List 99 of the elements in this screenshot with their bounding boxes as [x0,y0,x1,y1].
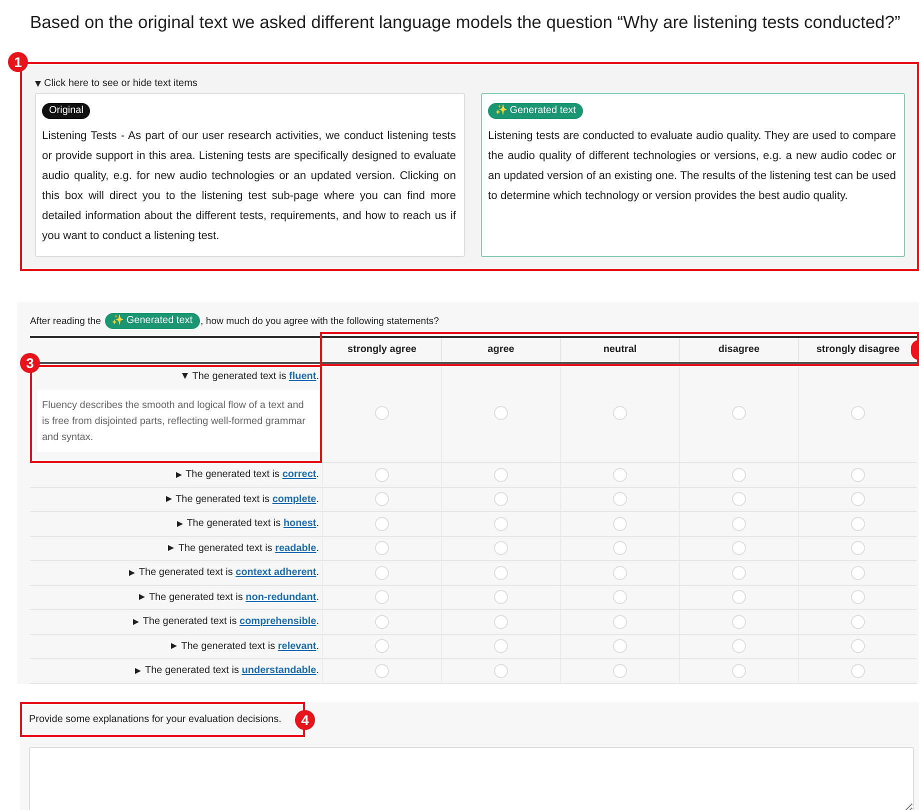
statement-toggle[interactable]: The generated text is readable. [168,539,319,558]
radio-button[interactable] [375,590,389,604]
radio-button[interactable] [375,406,389,420]
statement-text: The generated text is comprehensible. [142,616,319,628]
text-badge: ✨ Generated text [104,313,200,329]
statement-text: The generated text is fluent. [192,370,319,382]
radio-button[interactable] [613,639,627,654]
term-link[interactable]: relevant [278,640,316,652]
survey-prompt: After reading the ✨ Generated text , how much do you agree with the following statements? [30,311,919,331]
radio-button[interactable] [375,516,389,531]
radio-button[interactable] [851,406,865,420]
statement-text: The generated text is honest. [186,518,319,530]
radio-button[interactable] [613,406,627,420]
radio-button[interactable] [732,492,746,506]
radio-button[interactable] [851,566,865,580]
radio-button[interactable] [851,516,865,531]
radio-button[interactable] [851,590,865,604]
radio-button[interactable] [494,566,508,580]
radio-button[interactable] [851,492,865,506]
statement-toggle[interactable]: The generated text is relevant. [171,637,319,656]
radio-button[interactable] [375,566,389,580]
radio-button[interactable] [732,566,746,580]
radio-button[interactable] [613,516,627,531]
radio-button[interactable] [851,541,865,556]
radio-button[interactable] [732,639,746,654]
radio-button[interactable] [732,664,746,678]
statement-text: The generated text is understandable. [145,665,319,676]
step-marker [911,340,919,360]
statement-text: The generated text is readable. [178,542,319,554]
radio-button[interactable] [851,639,865,654]
radio-button[interactable] [613,541,627,556]
radio-button[interactable] [732,468,746,482]
term-link[interactable]: context adherent [236,567,316,578]
radio-button[interactable] [613,664,627,678]
radio-button[interactable] [375,468,389,482]
radio-button[interactable] [613,614,627,629]
statement-toggle[interactable]: The generated text is context adherent. [128,564,319,582]
step-marker: 3 [20,353,40,373]
radio-button[interactable] [494,406,508,420]
radio-button[interactable] [613,468,627,482]
radio-button[interactable] [851,664,865,678]
statement-text: The generated text is relevant. [181,640,319,652]
term-link[interactable]: comprehensible [240,616,316,628]
statement-toggle[interactable]: The generated text is honest. [176,514,319,533]
radio-button[interactable] [494,516,508,531]
statement-toggle[interactable]: The generated text is non-redundant. [138,588,319,606]
radio-button[interactable] [375,492,389,506]
statement-toggle[interactable]: The generated text is understandable. [135,662,319,680]
radio-button[interactable] [375,664,389,678]
term-link[interactable]: complete [272,494,316,505]
term-link[interactable]: honest [283,518,316,530]
term-link[interactable]: understandable [242,665,316,676]
radio-button[interactable] [851,468,865,482]
radio-button[interactable] [613,492,627,506]
statement-text: The generated text is non-redundant. [148,592,319,603]
radio-button[interactable] [494,614,508,629]
term-link[interactable]: fluent [289,370,316,382]
radio-button[interactable] [494,492,508,506]
radio-button[interactable] [851,614,865,629]
term-description: Fluency describes the smooth and logical flow of a text and is free from disjointed parts, reflecting well-formed grammar and syntax. [37,390,319,452]
radio-button[interactable] [494,468,508,482]
statement-text: The generated text is complete. [176,494,319,505]
radio-button[interactable] [732,590,746,604]
step-marker: 1 [8,52,28,72]
radio-button[interactable] [375,639,389,654]
radio-button[interactable] [375,541,389,556]
term-link[interactable]: correct [282,469,316,480]
statement-toggle[interactable]: The generated text is fluent. [182,367,319,385]
column-header: agree [441,338,560,362]
radio-button[interactable] [613,566,627,580]
explanation-field[interactable] [29,746,914,810]
term-link[interactable]: readable [275,542,316,554]
text-badge: ✨ Generated text [488,103,583,119]
term-link[interactable]: non-redundant [246,592,316,603]
statement-toggle[interactable]: The generated text is comprehensible. [132,612,319,631]
radio-button[interactable] [494,664,508,678]
explanation-label: Provide some explanations for your evaluation decisions. [29,714,282,724]
radio-button[interactable] [375,614,389,629]
step-marker: 4 [295,710,315,730]
column-header: neutral [560,338,679,362]
statement-text: The generated text is context adherent. [138,567,319,578]
column-header: strongly agree [322,338,441,362]
radio-button[interactable] [494,541,508,556]
statement-text: The generated text is correct. [186,469,319,480]
toggle-link[interactable]: Click here to see or hide text items [35,78,905,89]
column-header: disagree [679,338,798,362]
page-heading: Based on the original text we asked different language models the question “Why are listening tests conducted?” [29,11,902,34]
radio-button[interactable] [732,614,746,629]
radio-button[interactable] [732,406,746,420]
statement-toggle[interactable]: The generated text is correct. [176,466,319,484]
card-text: Listening Tests - As part of our user research activities, we conduct listening tests or provide support in this area. Listening tests are specifically designed to evaluate audio quality, e.g. for new audio technologies or an updated version. Clicking on this box will direct you to the listening test sub-page where you can find more detailed information about the different tests, requirements, and how to reach us if you want to conduct a listening test. [42,129,456,244]
statement-toggle[interactable]: The generated text is complete. [166,490,319,508]
text-badge: Original [42,103,90,119]
radio-button[interactable] [732,541,746,556]
radio-button[interactable] [494,590,508,604]
radio-button[interactable] [732,516,746,531]
card-text: Listening tests are conducted to evaluate audio quality. They are used to compare the audio quality of different technologies or versions, e.g. a new audio codec or an updated version of an existing one. The results of the listening test can be used to determine which technology or version provides the best audio quality. [488,129,896,204]
radio-button[interactable] [613,590,627,604]
radio-button[interactable] [494,639,508,654]
